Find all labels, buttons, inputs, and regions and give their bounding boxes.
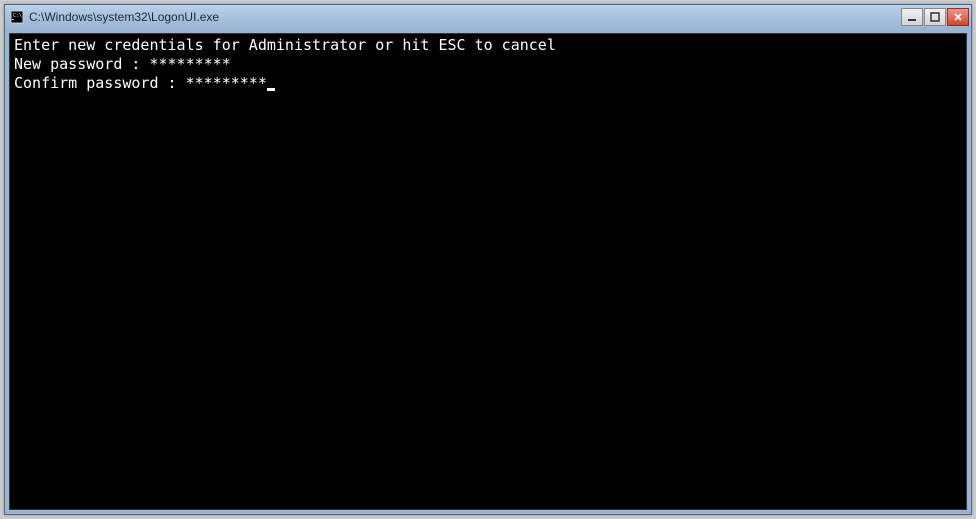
- app-icon: C:\: [9, 9, 25, 25]
- prompt-instruction: Enter new credentials for Administrator …: [14, 36, 556, 55]
- new-password-label: New password :: [14, 55, 149, 74]
- titlebar: C:\ C:\Windows\system32\LogonUI.exe: [5, 5, 971, 29]
- new-password-value: *********: [149, 55, 230, 74]
- svg-text:C:\: C:\: [13, 13, 22, 19]
- console-window: C:\ C:\Windows\system32\LogonUI.exe Ente…: [4, 4, 972, 515]
- maximize-button[interactable]: [924, 8, 946, 26]
- cursor-icon: [267, 88, 275, 91]
- console-area[interactable]: Enter new credentials for Administrator …: [9, 33, 967, 510]
- close-button[interactable]: [947, 8, 969, 26]
- confirm-password-value: *********: [186, 74, 267, 93]
- confirm-password-label: Confirm password :: [14, 74, 186, 93]
- window-title: C:\Windows\system32\LogonUI.exe: [29, 10, 900, 24]
- minimize-button[interactable]: [901, 8, 923, 26]
- window-controls: [900, 8, 969, 26]
